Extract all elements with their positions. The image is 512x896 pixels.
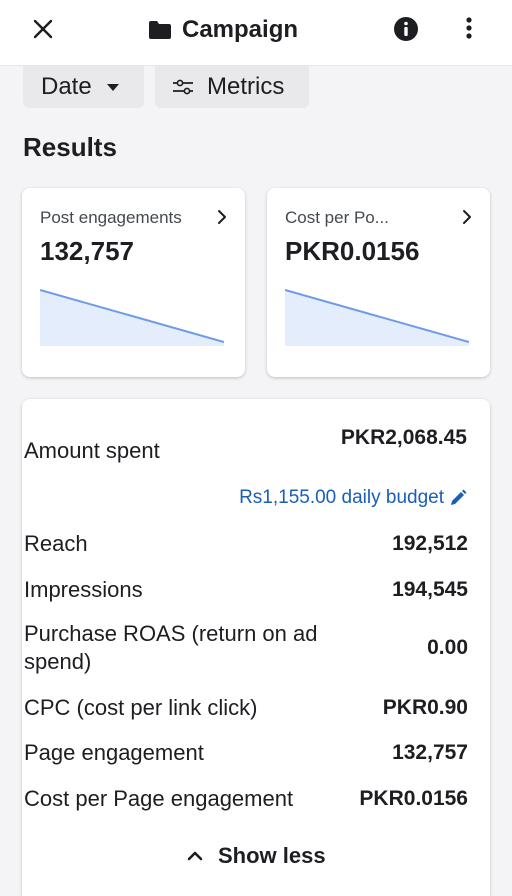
metric-row-label: CPC (cost per link click) [24,695,258,720]
metric-row-value: PKR0.90 [382,696,468,719]
metric-row-label: Cost per Page engagement [24,786,294,811]
close-button[interactable] [28,14,58,44]
metric-card-post-engagements[interactable]: Post engagements 132,757 [22,188,245,377]
amount-spent-value: PKR2,068.45 [340,426,467,449]
metric-card-value: PKR0.0156 [285,236,420,266]
metric-row-label: Reach [24,531,88,556]
metric-row-value: 192,512 [392,532,468,555]
more-options-button[interactable] [458,14,480,44]
metric-row-purchase-roas: Purchase ROAS (return on ad spend) 0.00 [24,620,468,676]
show-less-button[interactable]: Show less [186,842,326,870]
sliders-icon [173,79,193,95]
chevron-right-icon [218,210,226,224]
metric-row-cpc: CPC (cost per link click) PKR0.90 [24,694,468,722]
dropdown-arrow-icon [106,83,119,91]
metric-row-reach: Reach 192,512 [24,530,468,558]
filter-bar: Date Metrics [0,66,512,110]
metric-row-label: Page engagement [24,740,204,765]
metric-card-cost-per-post[interactable]: Cost per Po... PKR0.0156 [267,188,490,377]
sparkline-chart [40,289,224,346]
metric-row-value: 132,757 [392,741,468,764]
results-heading: Results [23,132,117,162]
metric-row-cost-per-page-engagement: Cost per Page engagement PKR0.0156 [24,785,468,813]
metric-row-page-engagement: Page engagement 132,757 [24,739,468,767]
metric-row-impressions: Impressions 194,545 [24,576,468,604]
more-vertical-icon [466,17,472,39]
metric-card-label: Cost per Po... [285,208,389,227]
folder-icon [149,21,171,39]
metrics-filter-button[interactable]: Metrics [155,66,309,108]
metric-row-label: Purchase ROAS (return on ad spend) [24,621,318,674]
metric-row-value: 194,545 [392,578,468,601]
info-icon [394,17,418,41]
pencil-icon [451,489,467,505]
page-title: Campaign [182,16,299,43]
caret-up-icon [187,851,203,861]
date-filter-button[interactable]: Date [23,66,144,108]
chevron-right-icon [463,210,471,224]
daily-budget-link[interactable]: Rs1,155.00 daily budget [180,487,467,509]
close-icon [33,19,53,39]
metric-card-label: Post engagements [40,208,182,227]
sparkline-chart [285,289,469,346]
metric-row-value: PKR0.0156 [359,787,468,810]
daily-budget-text: Rs1,155.00 daily budget [239,487,444,508]
info-button[interactable] [393,16,419,42]
page-title-group: Campaign [148,14,298,46]
metric-row-value: 0.00 [427,636,468,659]
metric-row-label: Impressions [24,577,143,602]
metric-card-value: 132,757 [40,236,134,266]
top-app-bar: Campaign [0,0,512,66]
metrics-filter-label: Metrics [207,73,285,100]
date-filter-label: Date [41,73,92,100]
show-less-label: Show less [218,843,326,868]
amount-spent-label: Amount spent [24,438,160,463]
